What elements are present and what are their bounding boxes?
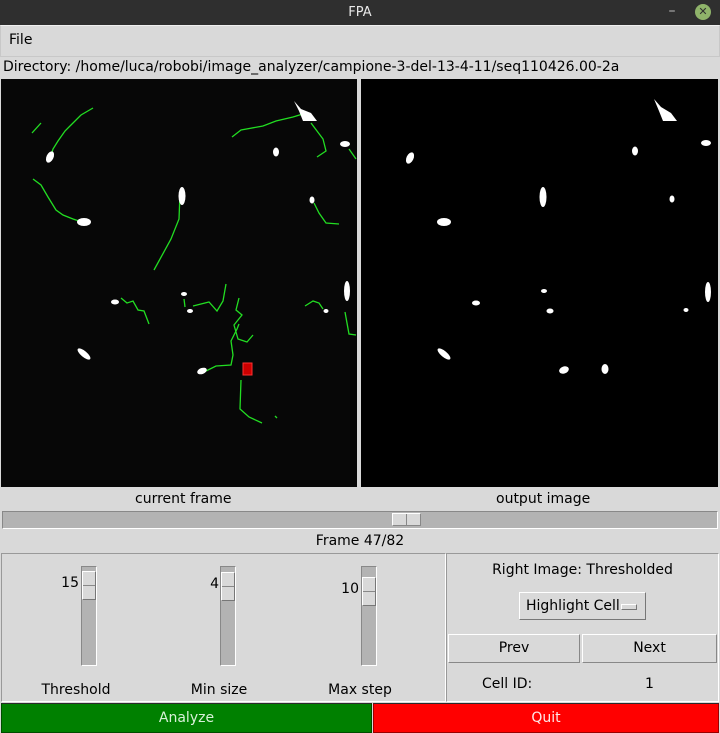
cell	[273, 147, 279, 157]
cell	[683, 308, 689, 312]
cell-id-value: 1	[645, 676, 654, 692]
cell	[472, 300, 480, 306]
cell	[77, 218, 91, 226]
next-button[interactable]: Next	[582, 634, 717, 663]
track	[233, 297, 254, 343]
cell	[340, 141, 350, 147]
cell	[546, 308, 554, 314]
frame-slider-thumb[interactable]	[392, 513, 421, 526]
cell-id-label: Cell ID:	[482, 676, 533, 692]
highlight-cell-menu[interactable]: Highlight Cell	[519, 592, 646, 620]
threshold-slider[interactable]	[81, 566, 97, 666]
track	[274, 415, 278, 419]
cell-tracks	[31, 107, 357, 424]
cell	[601, 364, 609, 374]
minimize-icon[interactable]: –	[664, 4, 680, 20]
prev-button[interactable]: Prev	[448, 634, 580, 663]
analyze-button[interactable]: Analyze	[1, 703, 372, 733]
current-frame-caption: current frame	[135, 491, 232, 507]
cell	[77, 348, 91, 360]
track	[31, 122, 42, 134]
right-image-mode-label: Right Image: Thresholded	[492, 562, 673, 578]
min-size-slider[interactable]	[220, 566, 236, 666]
track	[153, 192, 181, 271]
cell	[701, 140, 711, 146]
highlighted-cell	[242, 362, 253, 376]
cell	[111, 299, 119, 305]
window-title: FPA	[348, 5, 372, 20]
cell	[654, 99, 677, 121]
track	[120, 297, 150, 325]
cell	[178, 187, 186, 205]
min-size-value: 4	[210, 576, 219, 592]
frame-slider[interactable]	[2, 511, 718, 529]
max-step-slider[interactable]	[361, 566, 377, 666]
cell	[45, 151, 55, 163]
cell	[632, 146, 638, 156]
dropdown-indicator-icon	[621, 604, 637, 610]
threshold-slider-thumb[interactable]	[82, 571, 96, 600]
threshold-label: Threshold	[41, 682, 111, 698]
cell	[669, 195, 675, 203]
cell	[405, 152, 415, 164]
menu-bar: File	[0, 25, 720, 57]
cell	[323, 309, 329, 313]
cell	[541, 289, 547, 293]
max-step-slider-thumb[interactable]	[362, 577, 376, 606]
highlight-cell-menu-label: Highlight Cell	[526, 598, 620, 614]
menu-file[interactable]: File	[9, 32, 32, 48]
min-size-slider-thumb[interactable]	[221, 572, 235, 601]
track	[205, 323, 240, 372]
track	[192, 283, 227, 313]
cell	[559, 366, 569, 374]
min-size-label: Min size	[190, 682, 248, 698]
current-frame-image	[1, 79, 357, 487]
track	[239, 379, 263, 424]
threshold-value: 15	[61, 575, 79, 591]
directory-label: Directory: /home/luca/robobi/image_analy…	[3, 59, 620, 75]
track	[231, 112, 307, 138]
max-step-value: 10	[341, 581, 359, 597]
current-frame-canvas	[31, 101, 357, 424]
cell	[437, 218, 451, 226]
cell	[187, 309, 193, 313]
cell	[294, 101, 317, 121]
cell	[197, 367, 207, 375]
quit-button[interactable]: Quit	[373, 703, 719, 733]
track	[32, 178, 80, 222]
max-step-label: Max step	[328, 682, 392, 698]
output-image-caption: output image	[496, 491, 591, 507]
title-bar: FPA – ✕	[0, 0, 720, 25]
output-image-canvas	[405, 99, 711, 374]
track	[310, 122, 327, 158]
thresholded-cells	[405, 99, 711, 374]
track	[304, 300, 324, 310]
track	[313, 202, 340, 225]
track	[348, 148, 357, 160]
cells	[45, 101, 350, 375]
cell	[539, 187, 547, 207]
cell	[181, 292, 187, 296]
output-image	[361, 79, 718, 487]
cell	[437, 348, 451, 360]
track	[183, 298, 186, 308]
track	[50, 107, 94, 156]
cell	[705, 282, 711, 302]
frame-label: Frame 47/82	[315, 533, 405, 549]
cell	[309, 196, 315, 204]
close-icon[interactable]: ✕	[695, 4, 711, 20]
cell	[344, 281, 350, 301]
track	[344, 311, 357, 336]
